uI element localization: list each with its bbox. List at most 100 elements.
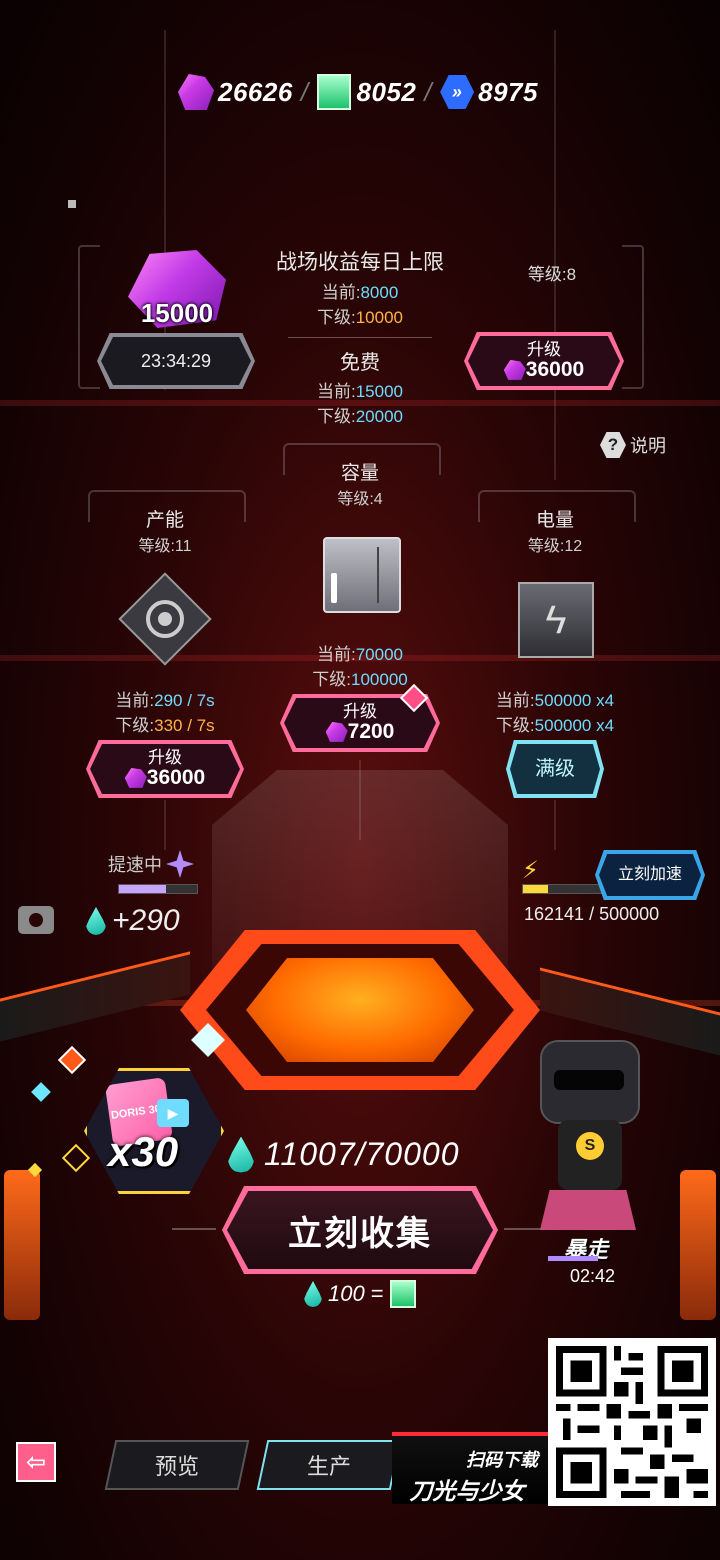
help-label: 说明	[630, 436, 666, 456]
panel-frame	[622, 245, 644, 389]
timer-badge: 23:34:29	[97, 333, 255, 389]
current-prefix: 当前:	[316, 645, 356, 664]
water-drop-icon	[304, 1281, 322, 1307]
production-upgrade-button[interactable]: 升级 36000	[86, 740, 244, 798]
production-level: 等级:11	[138, 538, 192, 555]
connector-line	[554, 800, 556, 850]
next-value: 20000	[355, 407, 403, 426]
energy-core	[246, 958, 474, 1062]
tab-preview[interactable]: 预览	[104, 1440, 250, 1490]
daily-limit-title: 战场收益每日上限	[276, 251, 444, 274]
tab-preview-label: 预览	[154, 1454, 199, 1479]
next-value: 100000	[351, 670, 408, 689]
water-drop-icon	[228, 1136, 254, 1173]
bg-square	[68, 200, 76, 208]
timer-text: 23:34:29	[140, 350, 212, 371]
production-header: 产能 等级:11	[88, 505, 242, 556]
capacity-next: 下级:100000	[290, 665, 430, 690]
capacity-title: 容量	[340, 463, 379, 484]
rate-equals: =	[370, 1281, 384, 1306]
gem-reward-amount: 15000	[140, 298, 214, 328]
battery-icon: ϟ	[518, 582, 594, 658]
top-right-level: 等级:8	[527, 265, 577, 284]
power-level: 等级:12	[527, 538, 583, 555]
power-current: 当前:500000 x4	[470, 686, 640, 711]
production-stats: 当前:290 / 7s 下级:330 / 7s	[88, 686, 242, 736]
promo-line2: 刀光与少女	[409, 1478, 525, 1504]
bg-line	[554, 30, 556, 480]
tab-production[interactable]: 生产	[256, 1440, 402, 1490]
current-value: 500000 x4	[534, 691, 615, 710]
production-next: 下级:330 / 7s	[88, 711, 242, 736]
container-icon	[323, 537, 401, 613]
left-pillar	[4, 1170, 40, 1320]
current-prefix: 当前:	[316, 382, 356, 401]
production-gain: +290	[86, 904, 180, 938]
help-button[interactable]: ? 说明	[600, 432, 666, 458]
capacity-stats: 当前:70000 下级:100000	[290, 640, 430, 690]
collect-now-button[interactable]: 立刻收集	[222, 1186, 498, 1274]
daily-limit-next: 下级:10000	[262, 303, 458, 328]
character-timer: 02:42	[570, 1266, 616, 1286]
upgrade-label: 升级	[343, 702, 377, 722]
upgrade-cost: 36000	[525, 357, 585, 381]
power-next: 下级:500000 x4	[470, 711, 640, 736]
qr-code-icon	[556, 1346, 708, 1498]
mascot-character[interactable]: S	[518, 1040, 658, 1230]
boost-now-button[interactable]: 立刻加速	[595, 850, 705, 900]
next-value: 500000 x4	[534, 716, 615, 735]
sparkle-icon	[57, 1045, 87, 1075]
water-drop-icon	[86, 907, 106, 935]
boost-progress-bar	[522, 884, 602, 894]
camera-icon[interactable]	[18, 906, 54, 934]
current-prefix: 当前:	[115, 691, 155, 710]
status-bar	[548, 1256, 598, 1261]
collect-label: 立刻收集	[288, 1214, 432, 1253]
current-value: 8000	[360, 283, 399, 302]
limit-upgrade-button[interactable]: 升级 36000	[464, 332, 624, 390]
mascot-skirt	[540, 1190, 636, 1230]
sparkle-icon	[31, 1082, 51, 1102]
boost-label: 立刻加速	[617, 865, 682, 883]
sparkle-icon	[61, 1143, 91, 1173]
crosshair-icon	[166, 850, 194, 878]
left-arm	[0, 951, 190, 1042]
next-prefix: 下级:	[115, 716, 155, 735]
gem-icon	[124, 767, 147, 788]
gem-icon	[503, 359, 526, 380]
storage-amount: 11007/70000	[228, 1136, 459, 1173]
play-icon: ▶	[157, 1099, 189, 1127]
panel-frame	[78, 245, 100, 389]
current-value: 70000	[355, 645, 403, 664]
current-prefix: 当前:	[321, 283, 361, 302]
next-prefix: 下级:	[316, 407, 356, 426]
chip-count: 8975	[478, 76, 538, 107]
s-medallion-icon: S	[576, 1132, 604, 1160]
next-value: 330 / 7s	[154, 716, 215, 735]
storage-text: 11007/70000	[264, 1136, 460, 1172]
right-pillar	[680, 1170, 716, 1320]
boost-progress-text: 162141 / 500000	[524, 904, 660, 924]
current-value: 15000	[355, 382, 403, 401]
power-header: 电量 等级:12	[478, 505, 632, 556]
multiplier-text: x30	[108, 1128, 179, 1175]
promo-banner[interactable]: 扫码下载 刀光与少女	[392, 1432, 550, 1504]
power-title: 电量	[535, 510, 574, 531]
ticket-count: 8052	[356, 76, 417, 107]
upgrade-cost: 7200	[347, 719, 395, 743]
next-prefix: 下级:	[316, 308, 356, 327]
back-arrow-icon[interactable]: ⇦	[16, 1442, 56, 1482]
gain-text: +290	[112, 904, 180, 937]
sunglasses-icon	[554, 1070, 624, 1090]
next-value: 10000	[355, 308, 403, 327]
gem-icon	[178, 74, 214, 110]
reactor-icon	[118, 572, 212, 666]
qr-code[interactable]	[548, 1338, 716, 1506]
separator: /	[424, 76, 433, 107]
next-prefix: 下级:	[495, 716, 535, 735]
capacity-current: 当前:70000	[290, 640, 430, 665]
free-label: 免费	[340, 352, 380, 374]
promo-line1: 扫码下载	[466, 1450, 538, 1470]
lightning-icon: ⚡	[522, 857, 539, 884]
upgrade-label: 升级	[527, 340, 561, 360]
